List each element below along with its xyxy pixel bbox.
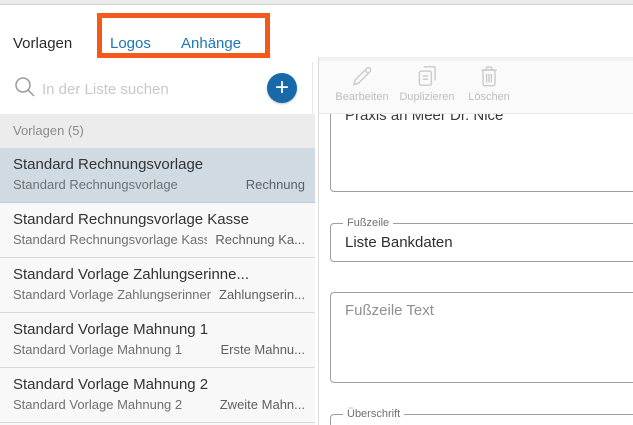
list-item-mahnung-2[interactable]: Standard Vorlage Mahnung 2 Standard Vorl…	[0, 368, 315, 423]
list-item-title: Standard Rechnungsvorlage Kasse	[13, 211, 249, 228]
copy-icon	[414, 63, 440, 89]
annotation-highlight-box	[97, 13, 270, 58]
search-input[interactable]	[40, 62, 254, 116]
footer-text-field[interactable]	[330, 292, 633, 383]
list-item-rechnungsvorlage-kasse[interactable]: Standard Rechnungsvorlage Kasse Standard…	[0, 203, 315, 258]
template-list: Standard Rechnungsvorlage Standard Rechn…	[0, 148, 315, 425]
list-item-type: Rechnung Ka...	[215, 232, 305, 247]
add-template-button[interactable]: +	[267, 73, 297, 103]
list-item-subtitle: Standard Rechnungsvorlage	[13, 177, 178, 192]
footer-input[interactable]	[331, 224, 633, 261]
detail-toolbar: Bearbeiten Duplizieren Löschen	[319, 57, 633, 114]
pencil-icon	[349, 63, 375, 89]
list-item-title: Standard Vorlage Mahnung 2	[13, 376, 209, 393]
edit-button[interactable]: Bearbeiten	[331, 63, 393, 103]
list-item-zahlungserinnerung[interactable]: Standard Vorlage Zahlungserinne... Stand…	[0, 258, 315, 313]
tab-vorlagen[interactable]: Vorlagen	[13, 35, 72, 52]
heading-field-label: Überschrift	[343, 408, 405, 421]
list-item-subtitle: Standard Vorlage Zahlungserinnerung	[13, 287, 211, 302]
list-item-type: Zahlungserin...	[219, 287, 305, 302]
list-item-rechnungsvorlage[interactable]: Standard Rechnungsvorlage Standard Rechn…	[0, 148, 315, 203]
toolbar-top-edge	[319, 57, 633, 61]
tab-bar: Vorlagen Logos Anhänge	[0, 5, 633, 65]
footer-text-textarea[interactable]	[331, 293, 633, 382]
list-item-type: Zweite Mahn...	[219, 397, 305, 412]
list-item-subtitle: Standard Rechnungsvorlage Kasse	[13, 232, 208, 247]
search-icon	[14, 76, 36, 103]
list-item-mahnung-1[interactable]: Standard Vorlage Mahnung 1 Standard Vorl…	[0, 313, 315, 368]
delete-button-label: Löschen	[468, 91, 510, 103]
edit-button-label: Bearbeiten	[335, 91, 389, 103]
list-item-subtitle: Standard Vorlage Mahnung 1	[13, 342, 183, 357]
app-window: Vorlagen Logos Anhänge + Vorlagen (5) St…	[0, 0, 633, 425]
list-item-title: Standard Vorlage Mahnung 1	[13, 321, 209, 338]
duplicate-button-label: Duplizieren	[399, 91, 455, 103]
delete-button[interactable]: Löschen	[461, 63, 517, 103]
trash-icon	[476, 63, 502, 89]
list-item-type: Rechnung	[245, 177, 305, 192]
duplicate-button[interactable]: Duplizieren	[394, 63, 460, 103]
footer-field[interactable]: Fußzeile	[330, 217, 633, 262]
list-item-title: Standard Vorlage Zahlungserinne...	[13, 266, 249, 283]
heading-field[interactable]: Überschrift	[330, 408, 633, 425]
list-group-header: Vorlagen (5)	[0, 114, 315, 148]
list-item-subtitle: Standard Vorlage Mahnung 2	[13, 397, 183, 412]
plus-icon: +	[274, 74, 289, 101]
list-item-title: Standard Rechnungsvorlage	[13, 156, 204, 173]
list-item-type: Erste Mahnu...	[220, 342, 305, 357]
